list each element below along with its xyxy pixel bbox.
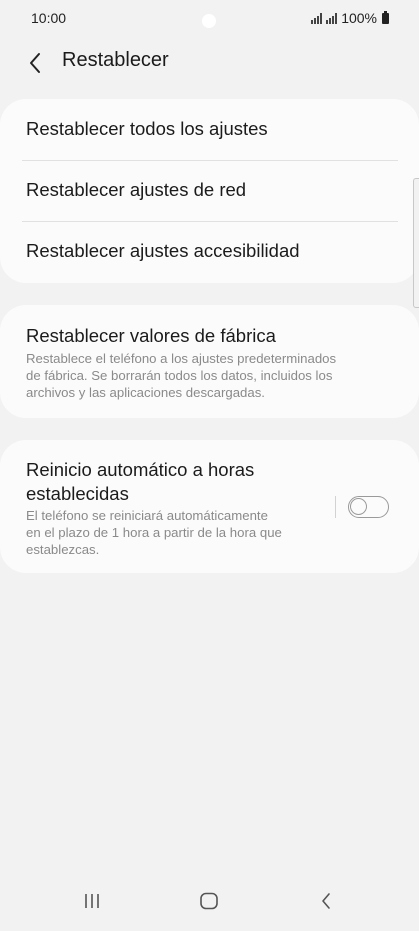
reset-all-settings-item[interactable]: Restablecer todos los ajustes — [0, 99, 419, 160]
auto-restart-item[interactable]: Reinicio automático a horas establecidas… — [0, 440, 419, 573]
battery-percent: 100% — [341, 10, 377, 26]
signal-icon — [311, 12, 323, 24]
signal-icon — [326, 12, 338, 24]
factory-reset-card: Restablecer valores de fábrica Restablec… — [0, 305, 419, 418]
scroll-indicator[interactable] — [413, 178, 419, 308]
reset-accessibility-settings-label: Restablecer ajustes accesibilidad — [26, 240, 300, 261]
reset-network-settings-label: Restablecer ajustes de red — [26, 179, 247, 200]
page-title: Restablecer — [62, 49, 169, 71]
camera-cutout — [202, 14, 216, 28]
navigation-bar — [0, 873, 419, 931]
toggle-knob — [350, 498, 367, 515]
reset-options-card: Restablecer todos los ajustes Restablece… — [0, 99, 419, 283]
reset-all-settings-label: Restablecer todos los ajustes — [26, 118, 268, 139]
factory-reset-description: Restablece el teléfono a los ajustes pre… — [26, 351, 337, 400]
home-button[interactable] — [189, 887, 229, 915]
app-header: Restablecer — [0, 40, 419, 84]
reset-accessibility-settings-item[interactable]: Restablecer ajustes accesibilidad — [0, 222, 419, 283]
back-icon — [322, 893, 330, 909]
auto-restart-title: Reinicio automático a horas establecidas — [26, 459, 255, 504]
auto-restart-description: El teléfono se reiniciará automáticament… — [26, 508, 282, 557]
status-icons: 100% — [311, 10, 389, 26]
status-time: 10:00 — [31, 10, 67, 26]
auto-restart-card: Reinicio automático a horas establecidas… — [0, 440, 419, 573]
factory-reset-title: Restablecer valores de fábrica — [26, 325, 276, 346]
screen: 10:00 100% Restablecer Restablecer todos… — [0, 0, 419, 931]
recents-icon — [85, 894, 99, 908]
back-nav-button[interactable] — [306, 887, 346, 915]
recents-button[interactable] — [72, 887, 112, 915]
status-bar: 10:00 100% — [0, 0, 419, 36]
auto-restart-toggle[interactable] — [348, 496, 389, 518]
back-button[interactable] — [20, 48, 50, 78]
battery-icon — [382, 10, 389, 24]
toggle-separator — [335, 496, 336, 518]
chevron-left-icon — [30, 53, 40, 73]
reset-network-settings-item[interactable]: Restablecer ajustes de red — [0, 161, 419, 221]
factory-reset-item[interactable]: Restablecer valores de fábrica Restablec… — [0, 305, 419, 418]
home-icon — [200, 892, 218, 910]
